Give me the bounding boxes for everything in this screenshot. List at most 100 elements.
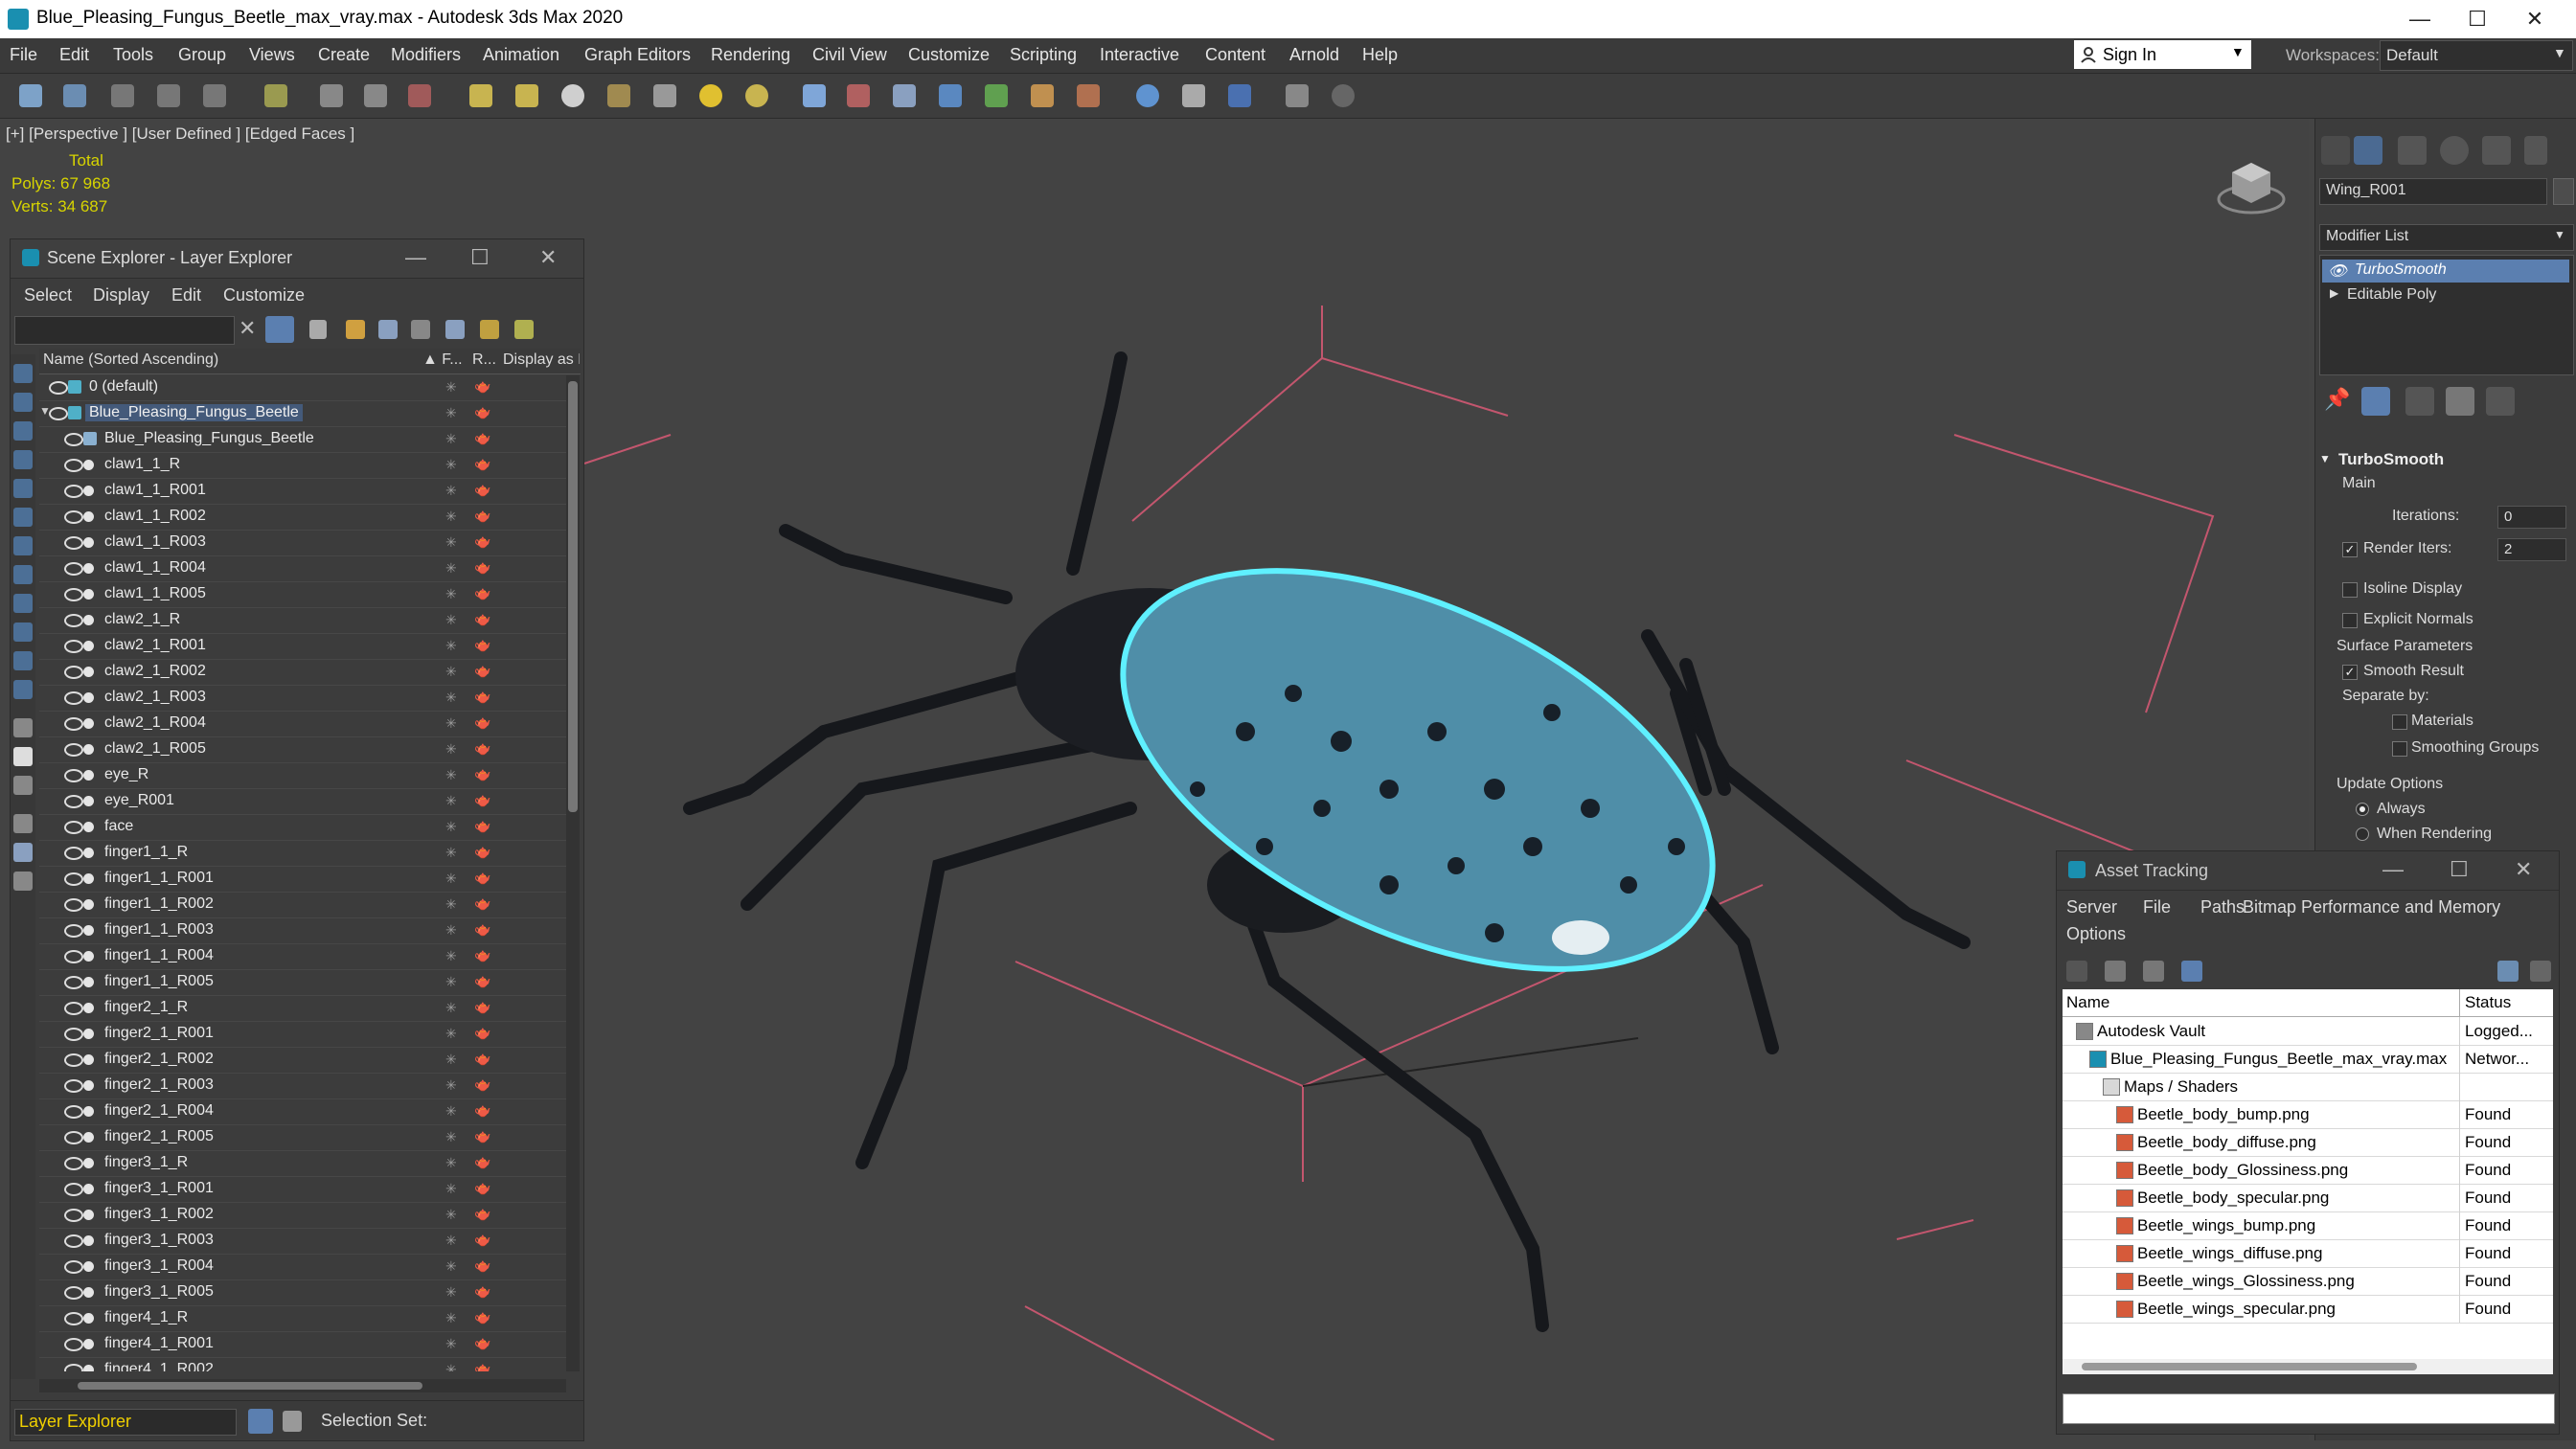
freeze-icon[interactable]: ✳ [445,1310,457,1326]
eye-icon[interactable] [64,950,83,963]
scene-tree-row[interactable]: finger3_1_R ✳ 🫖 [39,1151,566,1177]
asset-row[interactable]: Beetle_wings_diffuse.png Found [2063,1239,2553,1268]
scene-tree-row[interactable]: finger2_1_R001 ✳ 🫖 [39,1022,566,1048]
eye-icon[interactable] [64,847,83,860]
eye-icon[interactable] [64,1338,83,1351]
scene-tree-row[interactable]: 0 (default) ✳ 🫖 [39,375,566,401]
freeze-icon[interactable]: ✳ [445,690,457,706]
new-layer-icon[interactable] [346,320,365,339]
motion-tab-icon[interactable] [2440,136,2469,165]
eye-icon[interactable] [64,1157,83,1170]
asset-row[interactable]: Beetle_body_specular.png Found [2063,1184,2553,1212]
scene-tree-row[interactable]: claw2_1_R ✳ 🫖 [39,608,566,634]
scene-tree-row[interactable]: finger2_1_R003 ✳ 🫖 [39,1074,566,1099]
selection-filter-icon[interactable] [264,84,287,107]
freeze-icon[interactable]: ✳ [445,974,457,990]
eye-icon[interactable] [64,640,83,653]
eye-icon[interactable] [64,1002,83,1015]
eye-icon[interactable] [64,588,83,601]
scene-tree-row[interactable]: finger1_1_R001 ✳ 🫖 [39,867,566,893]
create-sphere-icon[interactable] [515,84,538,107]
eye-icon[interactable] [64,1079,83,1093]
when-rendering-radio[interactable] [2356,827,2369,841]
renderable-icon[interactable]: 🫖 [474,611,490,627]
column-frozen[interactable]: ▲ F... [422,351,463,369]
viewcube-icon[interactable] [2213,153,2290,220]
hierarchy-icon[interactable] [411,320,430,339]
se-search-input[interactable] [14,316,235,345]
display-tab-icon[interactable] [2482,136,2511,165]
undo-icon[interactable] [19,84,42,107]
menu-help[interactable]: Help [1362,45,1398,65]
scene-tree-row[interactable]: finger4_1_R001 ✳ 🫖 [39,1332,566,1358]
expand-arrow-icon[interactable]: ▶ [2330,286,2338,300]
eye-icon[interactable] [64,562,83,576]
angle-snap-icon[interactable] [847,84,870,107]
freeze-icon[interactable]: ✳ [445,922,457,939]
create-torus-icon[interactable] [607,84,630,107]
se-vertical-scrollbar[interactable] [566,375,580,1371]
invert-display-icon[interactable] [13,776,33,795]
menu-group[interactable]: Group [178,45,226,65]
scene-tree-row[interactable]: finger2_1_R002 ✳ 🫖 [39,1048,566,1074]
scene-tree-row[interactable]: finger1_1_R ✳ 🫖 [39,841,566,867]
asset-tracking-titlebar[interactable]: Asset Tracking — ☐ ✕ [2057,851,2559,891]
renderable-icon[interactable]: 🫖 [474,844,490,860]
always-radio[interactable] [2356,803,2369,816]
renderable-icon[interactable]: 🫖 [474,1361,490,1371]
se-menu-customize[interactable]: Customize [223,285,305,306]
eye-icon[interactable] [64,821,83,834]
column-name[interactable]: Name [2066,993,2109,1012]
filter-icon[interactable] [265,316,294,343]
create-box-icon[interactable] [469,84,492,107]
renderable-icon[interactable]: 🫖 [474,947,490,963]
render-production-icon[interactable] [1286,84,1309,107]
display-none-icon[interactable] [13,747,33,766]
smooth-result-checkbox[interactable]: ✓ [2342,665,2358,680]
se-menu-edit[interactable]: Edit [171,285,201,306]
se-menu-display[interactable]: Display [93,285,149,306]
eye-icon[interactable] [64,1131,83,1144]
eye-icon[interactable] [64,1312,83,1325]
isoline-checkbox[interactable] [2342,582,2358,598]
renderable-icon[interactable]: 🫖 [474,689,490,705]
folder-icon[interactable] [13,872,33,891]
freeze-icon[interactable]: ✳ [445,1103,457,1120]
renderable-icon[interactable]: 🫖 [474,1257,490,1274]
stack-item-turbosmooth[interactable]: 👁 TurboSmooth [2322,260,2569,283]
unlink-icon[interactable] [157,84,180,107]
refresh-icon[interactable] [2497,961,2519,982]
asset-row[interactable]: Autodesk Vault Logged... [2063,1017,2553,1046]
renderable-icon[interactable]: 🫖 [474,870,490,886]
create-geosphere-icon[interactable] [745,84,768,107]
eye-icon[interactable] [64,1183,83,1196]
renderable-icon[interactable]: 🫖 [474,1180,490,1196]
menu-file[interactable]: File [10,45,37,65]
workspace-select[interactable]: Default ▼ [2380,40,2573,71]
iterations-spinner[interactable]: 0 [2497,506,2566,529]
modifier-list-dropdown[interactable]: Modifier List ▼ [2319,224,2574,251]
eye-icon[interactable] [64,1028,83,1041]
select-move-icon[interactable] [408,84,431,107]
hierarchy-tab-icon[interactable] [2398,136,2427,165]
scene-tree-row[interactable]: claw2_1_R005 ✳ 🫖 [39,737,566,763]
redo-icon[interactable] [63,84,86,107]
freeze-icon[interactable]: ✳ [445,896,457,913]
freeze-icon[interactable]: ✳ [445,1077,457,1094]
minimize-icon[interactable]: — [405,245,426,270]
frozen-filter-icon[interactable] [13,651,33,670]
schematic-view-icon[interactable] [1077,84,1100,107]
menu-graph-editors[interactable]: Graph Editors [584,45,691,65]
render-iters-spinner[interactable]: 2 [2497,538,2566,561]
renderable-icon[interactable]: 🫖 [474,1128,490,1144]
menu-create[interactable]: Create [318,45,370,65]
render-frame-icon[interactable] [1228,84,1251,107]
renderable-icon[interactable]: 🫖 [474,663,490,679]
modify-tab-icon[interactable] [2354,136,2382,165]
column-name[interactable]: Name (Sorted Ascending) [43,351,218,369]
menu-rendering[interactable]: Rendering [711,45,790,65]
scene-explorer-icon[interactable] [985,84,1008,107]
at-menu-file[interactable]: File [2143,897,2171,917]
utilities-tab-icon[interactable] [2524,136,2547,165]
freeze-icon[interactable]: ✳ [445,612,457,628]
